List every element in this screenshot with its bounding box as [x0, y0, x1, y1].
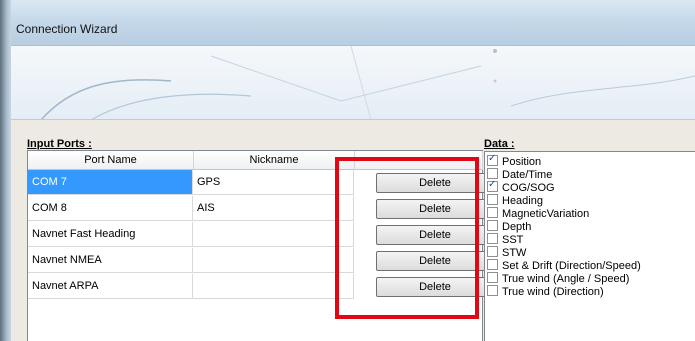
column-header-nickname[interactable]: Nickname: [194, 151, 355, 170]
data-checklist[interactable]: Position Date/Time COG/SOG Heading Magne…: [484, 151, 695, 341]
checkbox-icon[interactable]: [487, 194, 498, 205]
checkbox-icon[interactable]: [487, 168, 498, 179]
data-item-cog-sog[interactable]: COG/SOG: [487, 179, 555, 194]
connection-wizard-window: Connection Wizard Input Ports : Data : P…: [0, 0, 695, 341]
checkbox-icon[interactable]: [487, 207, 498, 218]
window-title: Connection Wizard: [16, 22, 118, 36]
window-left-frame: [0, 0, 11, 341]
checkbox-icon[interactable]: [487, 272, 498, 283]
data-label: Data :: [484, 138, 515, 150]
data-item-stw[interactable]: STW: [487, 246, 526, 259]
port-name-cell[interactable]: COM 7: [28, 170, 193, 195]
checkbox-icon[interactable]: [487, 285, 498, 296]
wizard-banner: [11, 45, 695, 120]
port-name-cell[interactable]: COM 8: [28, 196, 193, 221]
nickname-cell[interactable]: GPS: [193, 170, 354, 195]
checkbox-checked-icon[interactable]: [487, 153, 498, 166]
title-bar: Connection Wizard: [11, 0, 695, 45]
port-name-cell[interactable]: Navnet NMEA: [28, 248, 193, 273]
nickname-cell[interactable]: [193, 248, 354, 273]
delete-buttons-highlight-box: [335, 157, 479, 319]
checkbox-icon[interactable]: [487, 233, 498, 244]
checkbox-checked-icon[interactable]: [487, 179, 498, 192]
data-item-sst[interactable]: SST: [487, 233, 523, 246]
data-item-set-drift[interactable]: Set & Drift (Direction/Speed): [487, 259, 641, 272]
chart-banner-graphic: [40, 46, 695, 120]
data-item-depth[interactable]: Depth: [487, 220, 531, 233]
data-item-magnetic-variation[interactable]: MagneticVariation: [487, 207, 589, 220]
data-item-true-wind-angle-speed[interactable]: True wind (Angle / Speed): [487, 272, 629, 285]
nickname-cell[interactable]: [193, 274, 354, 299]
port-name-cell[interactable]: Navnet Fast Heading: [28, 222, 193, 247]
data-item-true-wind-direction[interactable]: True wind (Direction): [487, 285, 604, 298]
nickname-cell[interactable]: [193, 222, 354, 247]
checkbox-icon[interactable]: [487, 220, 498, 231]
nickname-cell[interactable]: AIS: [193, 196, 354, 221]
data-item-position[interactable]: Position: [487, 153, 541, 168]
data-item-date-time[interactable]: Date/Time: [487, 168, 552, 181]
data-item-heading[interactable]: Heading: [487, 194, 543, 207]
checkbox-icon[interactable]: [487, 259, 498, 270]
port-name-cell[interactable]: Navnet ARPA: [28, 274, 193, 299]
input-ports-label: Input Ports :: [27, 138, 92, 150]
column-header-port-name[interactable]: Port Name: [28, 151, 194, 170]
checkbox-icon[interactable]: [487, 246, 498, 257]
